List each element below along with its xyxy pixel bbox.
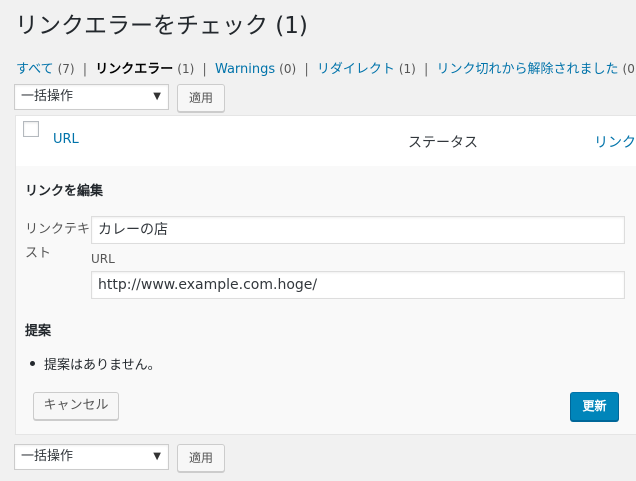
filter-separator: |: [82, 62, 88, 77]
filter-redirects-count: (1): [398, 62, 416, 76]
filter-broken-count: (1): [177, 62, 195, 76]
filter-warnings[interactable]: Warnings: [215, 62, 275, 77]
link-text-input[interactable]: カレーの店: [91, 216, 625, 244]
filter-all[interactable]: すべて: [16, 62, 54, 77]
table-header: URL ステータス リンク: [16, 116, 636, 167]
filter-broken[interactable]: リンクエラー: [95, 62, 173, 77]
chevron-down-icon: ▼: [153, 91, 161, 102]
suggestions-title: 提案: [25, 324, 52, 339]
filter-separator: |: [202, 62, 207, 77]
filter-dismissed-count: (0): [622, 62, 636, 76]
inline-edit-panel: リンクを編集 リンクテキスト カレーの店 URL http://www.exam…: [16, 166, 636, 434]
bulk-action-select[interactable]: 一括操作 ▼: [14, 84, 169, 110]
select-all-checkbox[interactable]: [23, 121, 39, 137]
column-link-text[interactable]: リンク: [594, 132, 636, 152]
bulk-action-select[interactable]: 一括操作 ▼: [14, 444, 169, 470]
status-filter-links: すべて (7) | リンクエラー (1) | Warnings (0) | リダイレク…: [16, 60, 636, 79]
edit-panel-title: リンクを編集: [25, 184, 104, 199]
cancel-button[interactable]: キャンセル: [33, 392, 119, 420]
chevron-down-icon: ▼: [153, 451, 161, 462]
list-item: 提案はありません。: [30, 354, 161, 373]
column-url[interactable]: URL: [53, 132, 79, 147]
url-input[interactable]: http://www.example.com.hoge/: [91, 271, 625, 299]
filter-dismissed[interactable]: リンク切れから解除されました: [437, 62, 619, 77]
links-table: URL ステータス リンク リンクを編集 リンクテキスト カレーの店 URL h…: [15, 115, 636, 435]
filter-separator: |: [304, 62, 309, 77]
filter-warnings-count: (0): [279, 62, 297, 76]
filter-redirects[interactable]: リダイレクト: [317, 62, 395, 77]
filter-separator: |: [424, 62, 429, 77]
column-status: ステータス: [408, 135, 478, 151]
update-button[interactable]: 更新: [570, 392, 619, 421]
link-text-label: リンクテキスト: [25, 222, 91, 261]
apply-button[interactable]: 適用: [177, 84, 225, 112]
page-title: リンクエラーをチェック (1): [15, 13, 308, 39]
apply-button[interactable]: 適用: [177, 444, 225, 472]
filter-all-count: (7): [57, 62, 75, 76]
url-label: URL: [91, 252, 115, 266]
